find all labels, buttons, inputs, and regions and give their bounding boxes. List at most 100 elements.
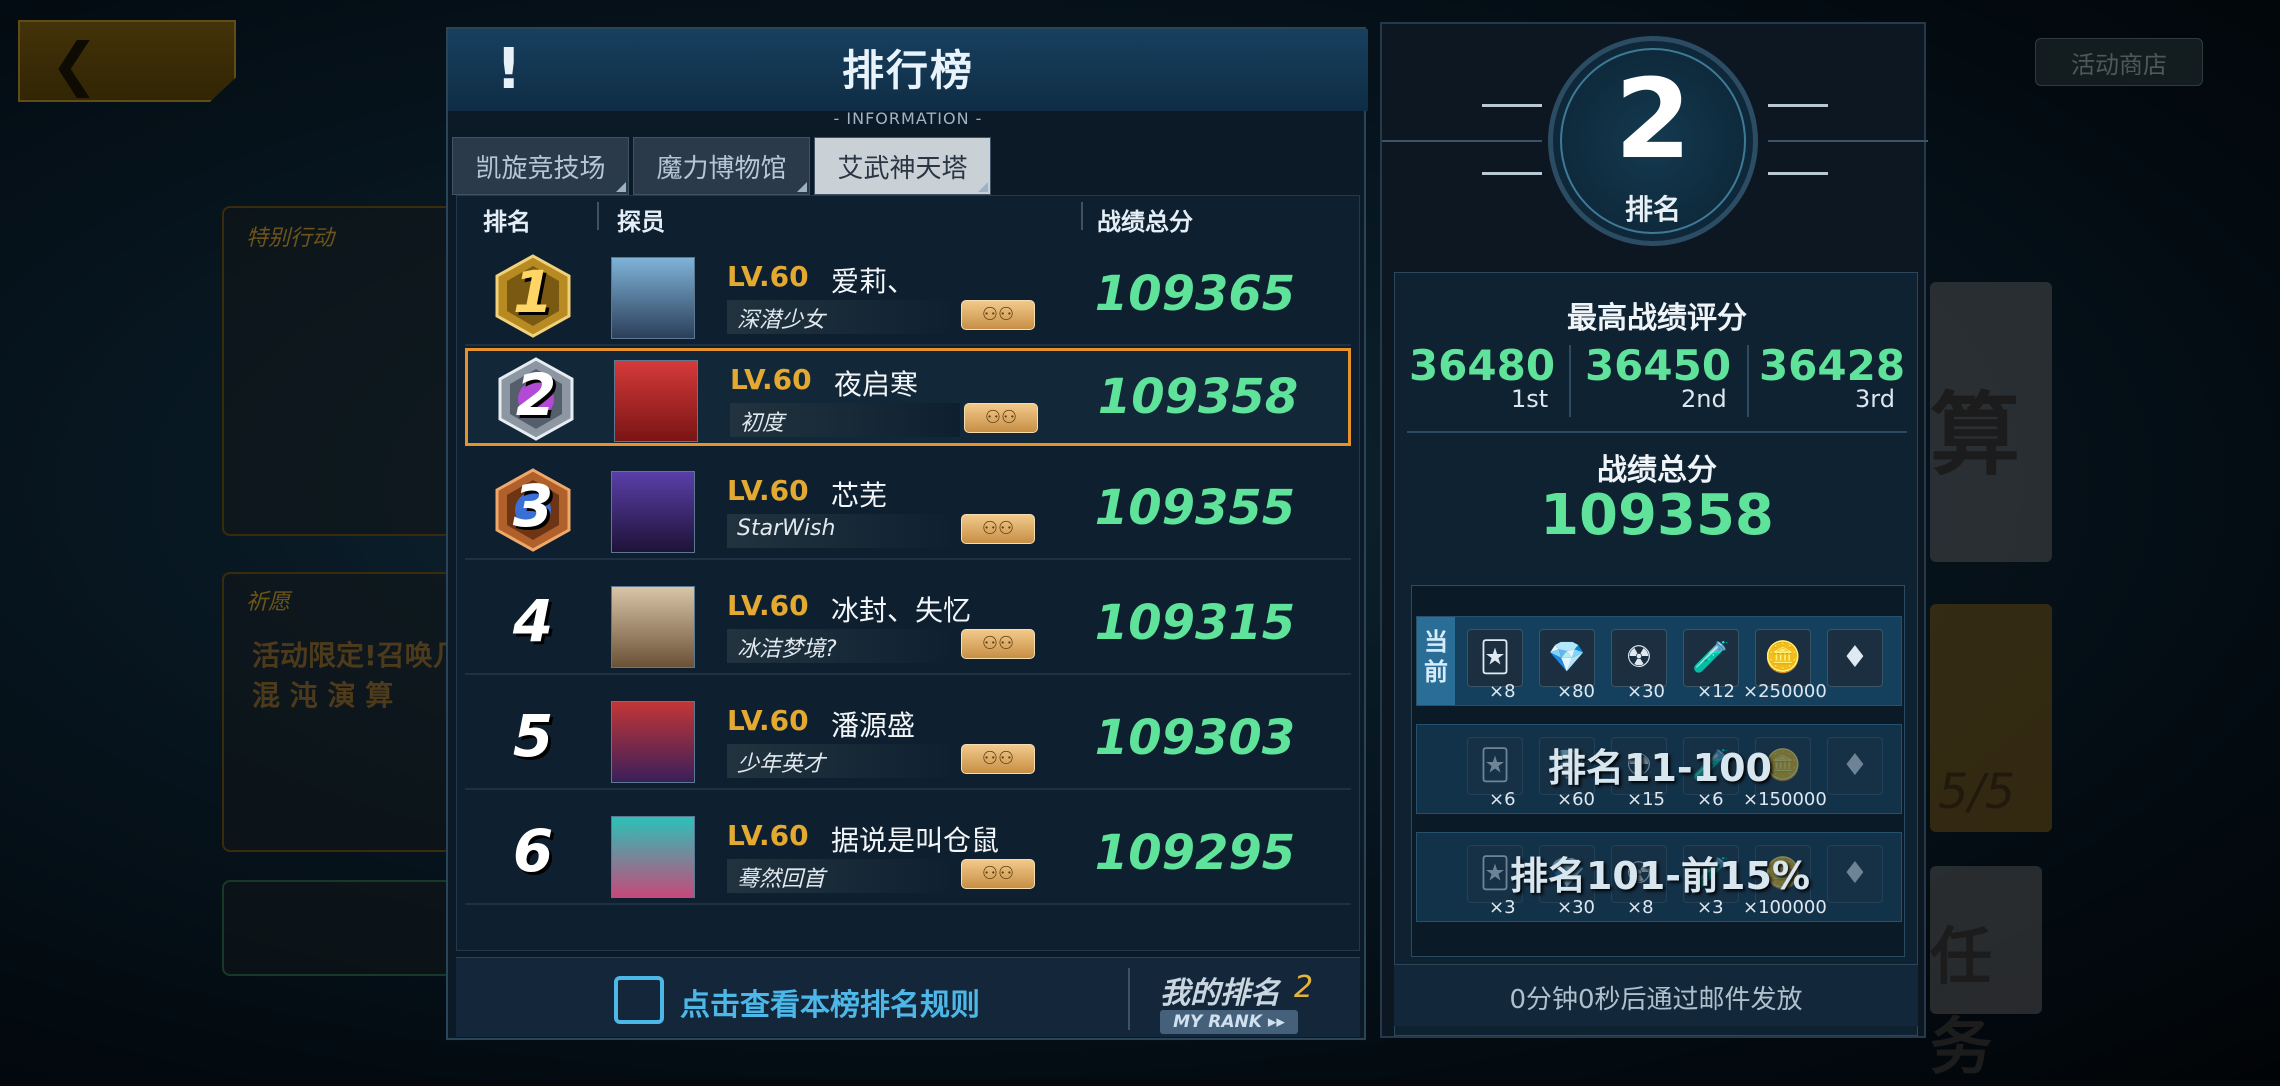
rank-number: 6 — [512, 817, 554, 885]
my-stats-panel: 2 排名 最高战绩评分 36480 1st 36450 2nd 36428 3r… — [1380, 22, 1928, 1038]
reward-qty: ×30 — [1627, 681, 1665, 702]
reward-qty: ×150000 — [1743, 789, 1827, 810]
gem-item-icon[interactable]: ♦ — [1827, 629, 1883, 687]
best-score-title: 最高战绩评分 — [1567, 301, 1747, 336]
panel-subtitle: - INFORMATION - — [833, 109, 983, 128]
panel-title: 排行榜 — [841, 46, 974, 95]
my-rank-big-label: 排名 — [1624, 193, 1681, 226]
potion-item-icon[interactable]: 🧪 — [1683, 629, 1739, 687]
reward-tier-101-15pct[interactable]: 🃏 💎 ☢ 🧪 🪙 ♦ ×3 ×30 ×8 ×3 ×100000 排名101-前… — [1416, 832, 1902, 922]
player-level: LV.60 — [730, 363, 812, 396]
reward-qty: ×250000 — [1743, 681, 1827, 702]
best-place-2: 2nd — [1681, 385, 1727, 413]
player-name: 爱莉、 — [831, 265, 916, 298]
reward-qty: ×80 — [1557, 681, 1595, 702]
table-row[interactable]: 6 LV.60 据说是叫仓鼠 蓦然回首 ⚇⚇ 109295 — [465, 807, 1351, 905]
column-member: 探员 — [617, 208, 665, 236]
player-title: 少年英才 — [737, 752, 826, 777]
avatar[interactable] — [611, 701, 695, 783]
player-score: 109303 — [1094, 710, 1296, 766]
ranking-panel: ! 排行榜 - INFORMATION - 凯旋竞技场 魔力博物馆 艾武神天塔 … — [446, 27, 1368, 1040]
rank-number: 4 — [512, 587, 554, 655]
tab-tower[interactable]: 艾武神天塔 — [814, 137, 991, 195]
best-score-3: 36428 — [1758, 341, 1906, 390]
player-score: 109315 — [1094, 595, 1296, 651]
reward-qty: ×15 — [1627, 789, 1665, 810]
avatar[interactable] — [611, 816, 695, 898]
player-title: 初度 — [740, 411, 785, 436]
view-team-button[interactable]: ⚇⚇ — [964, 403, 1038, 433]
rank-number: 2 — [515, 361, 557, 429]
avatar[interactable] — [611, 471, 695, 553]
player-score: 109295 — [1094, 825, 1296, 881]
player-score: 109358 — [1097, 369, 1299, 425]
current-tier-label: 当前 — [1417, 617, 1455, 705]
my-rank-value: 2 — [1294, 970, 1314, 1005]
reward-tier-11-100[interactable]: 🃏 💎 ☢ 🧪 🪙 ♦ ×6 ×60 ×15 ×6 ×150000 排名11-1… — [1416, 724, 1902, 814]
column-score: 战绩总分 — [1097, 208, 1193, 236]
player-title: 深潜少女 — [737, 308, 826, 333]
player-name: 夜启寒 — [834, 368, 919, 401]
reward-qty: ×3 — [1489, 897, 1516, 918]
view-team-button[interactable]: ⚇⚇ — [961, 859, 1035, 889]
my-rank-big: 2 — [1614, 55, 1692, 183]
view-team-button[interactable]: ⚇⚇ — [961, 744, 1035, 774]
player-name: 冰封、失忆 — [831, 594, 972, 627]
player-level: LV.60 — [727, 260, 809, 293]
rules-clipboard-icon[interactable] — [614, 976, 664, 1024]
rank-number: 1 — [512, 258, 554, 326]
core-item-icon[interactable]: ☢ — [1611, 629, 1667, 687]
reward-qty: ×3 — [1697, 897, 1724, 918]
reward-qty: ×60 — [1557, 789, 1595, 810]
table-row[interactable]: 4 LV.60 冰封、失忆 冰洁梦境? ⚇⚇ 109315 — [465, 577, 1351, 675]
avatar[interactable] — [611, 257, 695, 339]
table-row[interactable]: 5 LV.60 潘源盛 少年英才 ⚇⚇ 109303 — [465, 692, 1351, 790]
table-row[interactable]: 1 LV.60 爱莉、 深潜少女 ⚇⚇ 109365 — [465, 248, 1351, 346]
reward-tier-label: 排名11-100 — [1548, 746, 1772, 790]
player-score: 109365 — [1094, 266, 1296, 322]
reward-qty: ×8 — [1627, 897, 1654, 918]
stats-box: 最高战绩评分 36480 1st 36450 2nd 36428 3rd 战绩总… — [1394, 272, 1918, 1036]
ranking-list: 排名 探员 战绩总分 1 LV.60 爱莉、 深潜少女 ⚇⚇ 109365 2 … — [456, 195, 1360, 951]
view-rules-link[interactable]: 点击查看本榜排名规则 — [680, 980, 980, 1024]
best-score-1: 36480 — [1408, 341, 1556, 390]
rank-number: 3 — [512, 472, 554, 540]
my-rank-label[interactable]: 我的排名 — [1160, 968, 1280, 1012]
avatar[interactable] — [614, 360, 698, 442]
tab-arena[interactable]: 凯旋竞技场 — [452, 137, 629, 195]
mail-countdown-bar: 0分钟0秒后通过邮件发放 — [1394, 964, 1918, 1026]
reward-qty: ×30 — [1557, 897, 1595, 918]
view-team-button[interactable]: ⚇⚇ — [961, 300, 1035, 330]
reward-qty: ×8 — [1489, 681, 1516, 702]
player-title: 冰洁梦境? — [737, 637, 837, 662]
crystal-item-icon[interactable]: 💎 — [1539, 629, 1595, 687]
card-item-icon[interactable]: 🃏 — [1467, 629, 1523, 687]
player-level: LV.60 — [727, 474, 809, 507]
player-name: 芯芜 — [831, 479, 888, 512]
player-level: LV.60 — [727, 819, 809, 852]
reward-qty: ×100000 — [1743, 897, 1827, 918]
avatar[interactable] — [611, 586, 695, 668]
view-team-button[interactable]: ⚇⚇ — [961, 629, 1035, 659]
rank-number: 5 — [512, 702, 554, 770]
ranking-tabs: 凯旋竞技场 魔力博物馆 艾武神天塔 — [452, 137, 991, 195]
player-title: StarWish — [737, 516, 836, 541]
reward-qty: ×6 — [1489, 789, 1516, 810]
table-row-me[interactable]: 2 LV.60 夜启寒 初度 ⚇⚇ 109358 — [465, 348, 1351, 446]
column-rank: 排名 — [483, 208, 531, 236]
coin-item-icon[interactable]: 🪙 — [1755, 629, 1811, 687]
reward-tier-label: 排名101-前15% — [1509, 854, 1811, 898]
player-level: LV.60 — [727, 704, 809, 737]
column-headers: 排名 探员 战绩总分 — [457, 196, 1361, 238]
total-score-value: 109358 — [1540, 483, 1774, 548]
reward-qty: ×12 — [1697, 681, 1735, 702]
tab-museum[interactable]: 魔力博物馆 — [633, 137, 810, 195]
table-row[interactable]: 3 LV.60 芯芜 StarWish ⚇⚇ 109355 — [465, 462, 1351, 560]
player-title: 蓦然回首 — [737, 867, 826, 892]
view-team-button[interactable]: ⚇⚇ — [961, 514, 1035, 544]
my-rank-button[interactable]: MY RANK ▸▸ — [1160, 1010, 1298, 1034]
player-name: 潘源盛 — [831, 709, 916, 742]
best-place-1: 1st — [1511, 385, 1549, 413]
best-score-2: 36450 — [1584, 341, 1732, 390]
reward-tier-current[interactable]: 当前 🃏 💎 ☢ 🧪 🪙 ♦ ×8 ×80 ×30 ×12 ×250000 — [1416, 616, 1902, 706]
